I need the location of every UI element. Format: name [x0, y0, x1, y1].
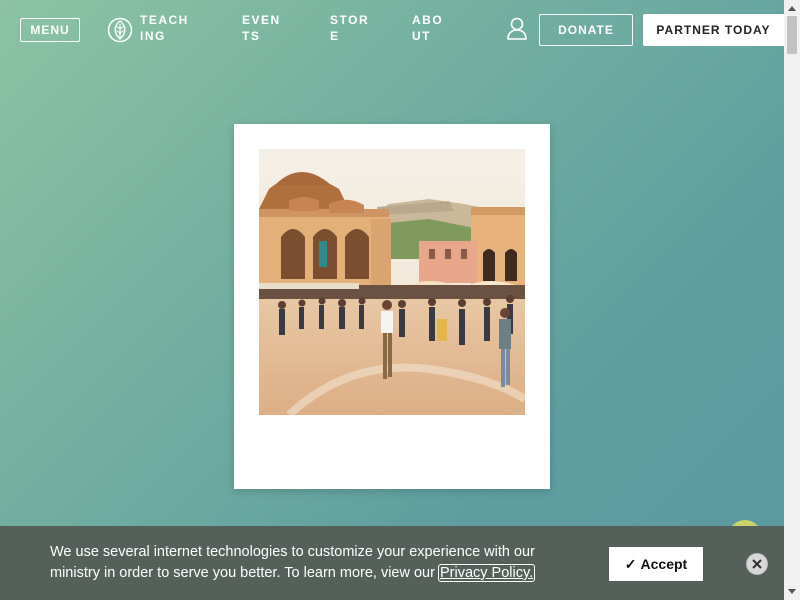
accept-cookies-button[interactable]: ✓ Accept — [609, 547, 703, 581]
leaf-logo-icon[interactable] — [107, 17, 133, 43]
donate-button[interactable]: DONATE — [539, 14, 633, 46]
vertical-scrollbar[interactable] — [784, 0, 800, 600]
partner-today-button[interactable]: PARTNER TODAY — [643, 14, 784, 46]
user-account-icon[interactable] — [506, 17, 528, 41]
polaroid-card — [234, 124, 550, 489]
scroll-up-arrow-icon[interactable] — [784, 0, 800, 16]
nav-teaching[interactable]: TEACHING — [140, 12, 192, 44]
scroll-down-arrow-icon[interactable] — [784, 584, 800, 600]
page: MENU TEACHING EVENTS STORE ABOUT DONATE … — [0, 0, 784, 600]
close-icon — [752, 559, 762, 569]
nav-events[interactable]: EVENTS — [242, 12, 282, 44]
site-header: MENU TEACHING EVENTS STORE ABOUT DONATE … — [0, 0, 784, 60]
nav-store[interactable]: STORE — [330, 12, 370, 44]
check-icon: ✓ — [624, 555, 637, 572]
cookie-banner: We use several internet technologies to … — [0, 526, 784, 600]
privacy-policy-link[interactable]: Privacy Policy. — [437, 564, 536, 582]
scrollbar-thumb[interactable] — [787, 16, 797, 54]
cookie-message: We use several internet technologies to … — [50, 542, 570, 584]
nav-about[interactable]: ABOUT — [412, 12, 452, 44]
menu-button[interactable]: MENU — [20, 18, 80, 42]
accept-label: Accept — [640, 556, 688, 572]
athens-square-photo — [259, 149, 525, 415]
close-banner-button[interactable] — [746, 553, 768, 575]
